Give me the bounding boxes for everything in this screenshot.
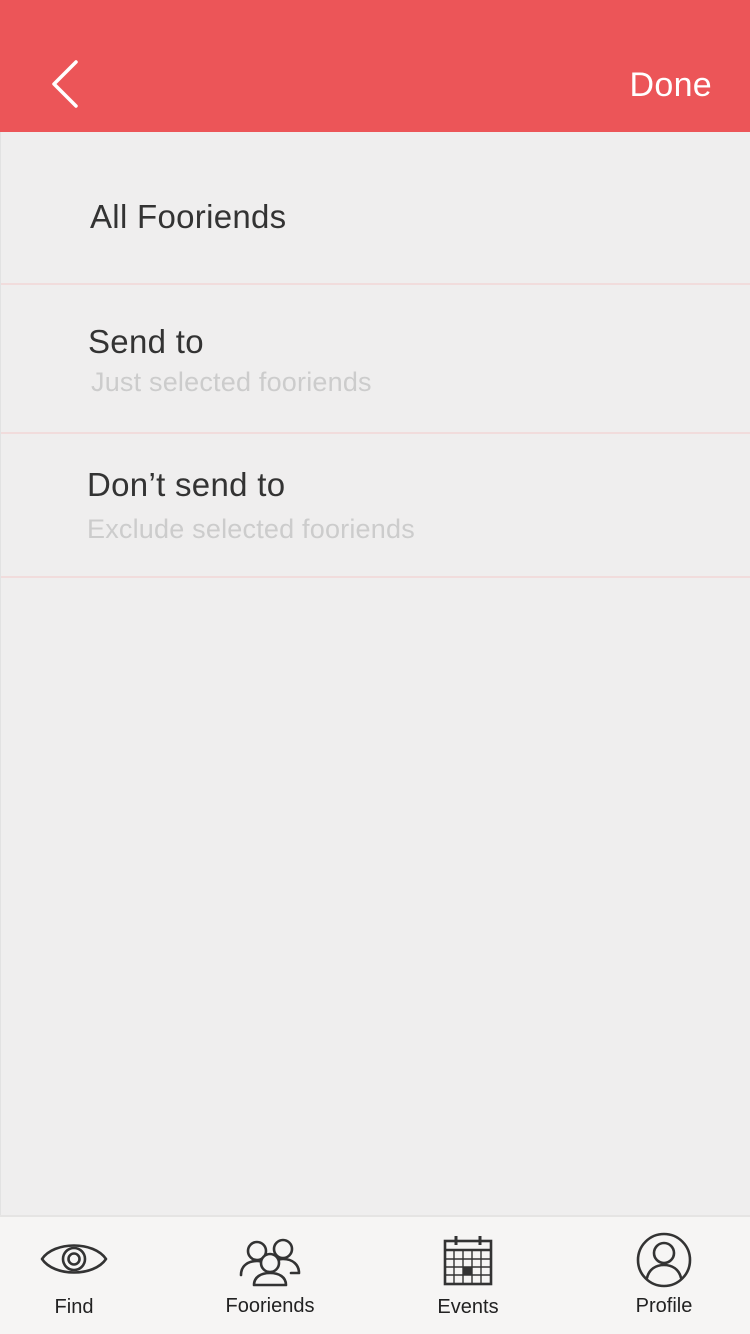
back-button[interactable] (36, 52, 96, 116)
tab-label: Find (54, 1296, 94, 1318)
option-subtitle: Just selected fooriends (91, 367, 372, 397)
app-header: Done (0, 0, 750, 132)
chevron-left-icon (52, 60, 78, 108)
user-icon (635, 1231, 693, 1289)
audience-options-list: All Fooriends Send to Just selected foor… (0, 132, 750, 1215)
option-title: Don’t send to (87, 466, 286, 503)
eye-icon (40, 1237, 108, 1281)
tab-label: Events (437, 1296, 499, 1318)
option-title: All Fooriends (90, 198, 287, 235)
option-subtitle: Exclude selected fooriends (87, 514, 415, 544)
tab-events[interactable]: Events (418, 1217, 518, 1334)
tab-profile[interactable]: Profile (614, 1217, 714, 1334)
tab-fooriends[interactable]: Fooriends (210, 1217, 330, 1334)
tab-find[interactable]: Find (24, 1217, 124, 1334)
tab-label: Profile (635, 1295, 693, 1317)
option-title: Send to (88, 323, 204, 360)
option-all-fooriends[interactable]: All Fooriends (1, 132, 750, 285)
option-dont-send-to[interactable]: Don’t send to Exclude selected fooriends (1, 434, 750, 578)
group-icon (237, 1237, 303, 1287)
option-send-to[interactable]: Send to Just selected fooriends (1, 285, 750, 434)
calendar-icon (442, 1235, 494, 1287)
bottom-tab-bar: Find Fooriends Events Profile (0, 1215, 750, 1334)
done-button[interactable]: Done (630, 66, 712, 105)
tab-label: Fooriends (225, 1295, 315, 1317)
